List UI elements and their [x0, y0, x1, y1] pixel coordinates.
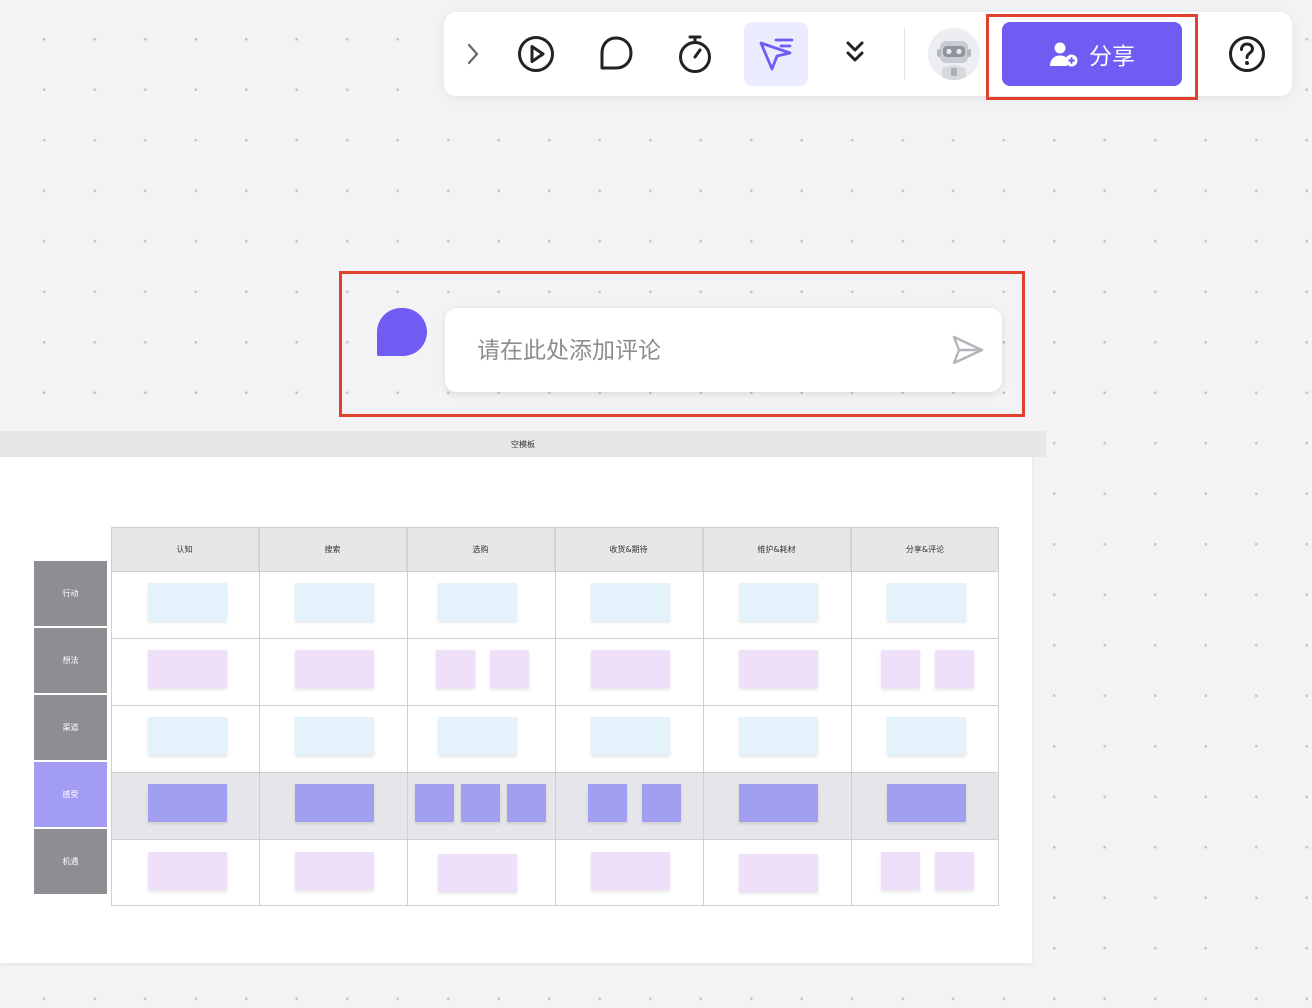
sticky-note[interactable] [881, 852, 920, 890]
sticky-note[interactable] [438, 854, 517, 892]
sticky-note[interactable] [148, 650, 227, 688]
column-header: 维护&耗材 [703, 527, 851, 571]
help-icon [1229, 36, 1265, 72]
cursor-icon [759, 38, 794, 71]
column-header: 分享&评论 [851, 527, 999, 571]
sticky-note[interactable] [591, 717, 670, 755]
timer-icon [679, 35, 711, 73]
sticky-note[interactable] [438, 717, 517, 755]
toolbar-divider [904, 28, 905, 80]
sticky-note[interactable] [739, 717, 818, 755]
chevron-right-icon [467, 43, 479, 65]
row-label-text: 行动 [62, 589, 79, 598]
column-header-label: 分享&评论 [905, 544, 945, 554]
sticky-note[interactable] [148, 717, 227, 755]
user-avatar[interactable] [928, 28, 980, 80]
sticky-note[interactable] [591, 650, 670, 688]
row-label: 机遇 [34, 829, 107, 895]
row-label-highlighted: 感受 [34, 762, 107, 828]
sticky-note[interactable] [887, 784, 966, 822]
comment-author-avatar [377, 308, 427, 356]
row-label-text: 渠道 [62, 723, 79, 732]
share-button-label: 分享 [1089, 43, 1135, 69]
sticky-note[interactable] [588, 784, 627, 822]
sticky-note[interactable] [438, 583, 517, 621]
comment-composer [445, 308, 1002, 392]
play-icon [518, 36, 554, 72]
sticky-note[interactable] [295, 852, 374, 890]
double-chevron-down-icon [846, 41, 864, 62]
board-title: 空模板 [511, 439, 535, 449]
send-icon[interactable] [951, 334, 985, 366]
more-tools-button[interactable] [823, 22, 887, 86]
sticky-note[interactable] [436, 650, 475, 688]
comment-button[interactable] [584, 22, 648, 86]
column-header: 选购 [407, 527, 555, 571]
sticky-note[interactable] [739, 583, 818, 621]
sticky-note[interactable] [739, 854, 818, 892]
sticky-note[interactable] [295, 784, 374, 822]
add-user-icon [1050, 42, 1078, 67]
sticky-note[interactable] [935, 852, 974, 890]
sticky-note[interactable] [642, 784, 681, 822]
column-header: 收货&期待 [555, 527, 703, 571]
row-label: 想法 [34, 628, 107, 694]
grid-line [703, 527, 704, 906]
sticky-note[interactable] [295, 583, 374, 621]
sticky-note[interactable] [490, 650, 529, 688]
column-header-label: 维护&耗材 [757, 544, 796, 554]
comment-input[interactable] [475, 328, 919, 374]
sticky-note[interactable] [881, 650, 920, 688]
sticky-note[interactable] [935, 650, 974, 688]
sticky-note[interactable] [148, 784, 227, 822]
sticky-note[interactable] [887, 717, 966, 755]
column-header-label: 认知 [176, 544, 193, 554]
sticky-note[interactable] [507, 784, 546, 822]
timer-button[interactable] [663, 22, 727, 86]
sticky-note[interactable] [887, 583, 966, 621]
row-label-text: 感受 [62, 790, 79, 799]
column-header-label: 选购 [472, 544, 489, 554]
sticky-note[interactable] [148, 852, 227, 890]
sticky-note[interactable] [591, 583, 670, 621]
column-header: 认知 [111, 527, 259, 571]
sticky-note[interactable] [148, 583, 227, 621]
sticky-note[interactable] [415, 784, 454, 822]
sticky-note[interactable] [739, 784, 818, 822]
sticky-note[interactable] [295, 650, 374, 688]
grid-line [555, 527, 556, 906]
row-label-text: 机遇 [62, 857, 79, 866]
column-header-label: 搜索 [324, 544, 341, 554]
column-header-label: 收货&期待 [609, 544, 648, 554]
cursor-tool-button[interactable] [744, 22, 808, 86]
row-label-text: 想法 [62, 656, 79, 665]
robot-avatar-icon [937, 41, 971, 80]
sticky-note[interactable] [461, 784, 500, 822]
sticky-note[interactable] [295, 717, 374, 755]
comment-icon [600, 36, 633, 70]
column-header: 搜索 [259, 527, 407, 571]
expand-toolbar-button[interactable] [441, 22, 505, 86]
grid-line [407, 527, 408, 906]
share-button[interactable]: 分享 [1002, 22, 1182, 86]
sticky-note[interactable] [591, 852, 670, 890]
help-button[interactable] [1215, 22, 1279, 86]
row-label: 渠道 [34, 695, 107, 761]
row-label: 行动 [34, 561, 107, 627]
journey-board[interactable]: 认知 搜索 选购 收货&期待 维护&耗材 分享&评论 行动 想法 渠道 感受 机… [0, 457, 1032, 963]
present-button[interactable] [504, 22, 568, 86]
grid-line [259, 527, 260, 906]
board-title-bar: 空模板 [0, 431, 1046, 457]
sticky-note[interactable] [739, 650, 818, 688]
grid-line [851, 527, 852, 906]
